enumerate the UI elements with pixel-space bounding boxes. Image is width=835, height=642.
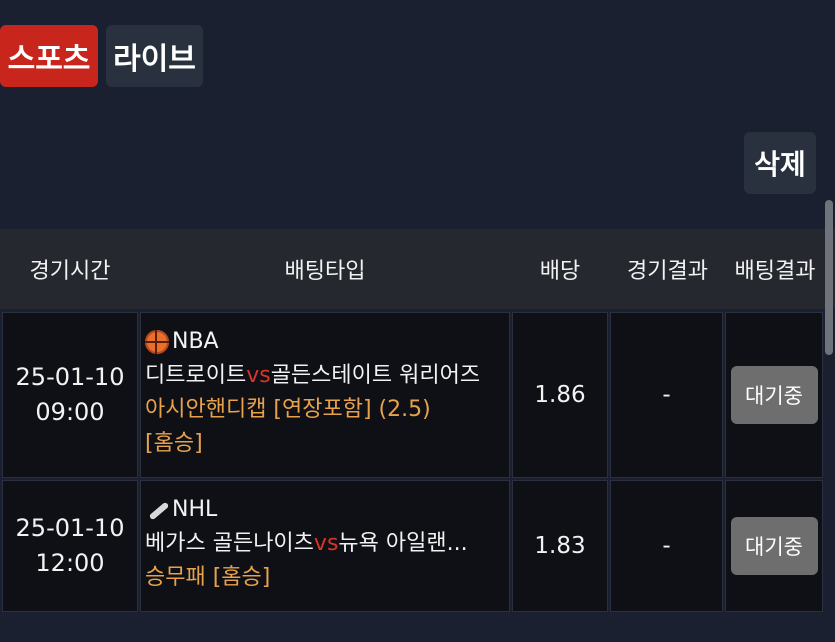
match-date: 25-01-10: [15, 363, 125, 391]
odds-value: 1.86: [534, 382, 586, 408]
league-line: NHL: [145, 493, 509, 527]
league-line: NBA: [145, 325, 509, 359]
bet-market: 승무패 [홈승]: [145, 565, 271, 590]
pick-line: [홈승]: [145, 427, 509, 461]
home-team: 디트로이트: [145, 363, 247, 388]
status-pending-button[interactable]: 대기중: [730, 366, 818, 424]
league-name: NBA: [172, 329, 219, 354]
away-team: 뉴욕 아일랜...: [338, 531, 468, 556]
hockey-stick-icon: [145, 498, 169, 522]
league-name: NHL: [172, 497, 218, 522]
bet-market: 아시안핸디캡 [연장포함] (2.5): [145, 397, 431, 422]
delete-button[interactable]: 삭제: [744, 132, 816, 194]
bet-history-page: 스포츠 라이브 삭제 경기시간 배팅타입 배당 경기결과 배팅결과 25-01-…: [0, 0, 835, 642]
odds-value: 1.83: [534, 533, 586, 559]
bet-result-cell: 대기중: [725, 480, 823, 612]
match-date: 25-01-10: [15, 514, 125, 542]
vs-label: vs: [246, 363, 271, 388]
matchup-line: 베가스 골든나이츠 vs 뉴욕 아일랜...: [145, 527, 509, 561]
table-header: 경기시간 배팅타입 배당 경기결과 배팅결과: [0, 229, 835, 309]
tab-live[interactable]: 라이브: [106, 25, 203, 87]
match-time-cell: 25-01-10 12:00: [2, 480, 138, 612]
match-hour: 12:00: [35, 549, 105, 577]
game-result-value: -: [662, 533, 671, 559]
odds-cell: 1.83: [512, 480, 608, 612]
basketball-icon: [145, 330, 169, 354]
bet-type-cell: NBA 디트로이트 vs 골든스테이트 워리어즈 아시안핸디캡 [연장포함] (2.…: [140, 312, 510, 478]
odds-cell: 1.86: [512, 312, 608, 478]
away-team: 골든스테이트 워리어즈: [270, 363, 481, 388]
header-bet-result: 배팅결과: [734, 259, 816, 284]
market-line: 아시안핸디캡 [연장포함] (2.5): [145, 393, 509, 427]
header-bet-type: 배팅타입: [284, 259, 366, 284]
scrollbar[interactable]: [823, 0, 835, 360]
match-time-cell: 25-01-10 09:00: [2, 312, 138, 478]
header-odds: 배당: [539, 259, 581, 284]
header-game-result: 경기결과: [627, 259, 708, 284]
matchup-line: 디트로이트 vs 골든스테이트 워리어즈: [145, 359, 509, 393]
home-team: 베가스 골든나이츠: [145, 531, 314, 556]
game-result-cell: -: [610, 312, 723, 478]
bet-type-cell: NHL 베가스 골든나이츠 vs 뉴욕 아일랜... 승무패 [홈승]: [140, 480, 510, 612]
bet-pick: [홈승]: [145, 431, 203, 456]
match-hour: 09:00: [35, 398, 105, 426]
header-time: 경기시간: [29, 259, 111, 284]
tab-sports[interactable]: 스포츠: [0, 25, 98, 87]
status-pending-button[interactable]: 대기중: [730, 517, 818, 575]
game-result-value: -: [662, 382, 671, 408]
game-result-cell: -: [610, 480, 723, 612]
market-line: 승무패 [홈승]: [145, 561, 509, 595]
bet-result-cell: 대기중: [725, 312, 823, 478]
scrollbar-thumb[interactable]: [825, 200, 833, 355]
vs-label: vs: [313, 531, 339, 556]
